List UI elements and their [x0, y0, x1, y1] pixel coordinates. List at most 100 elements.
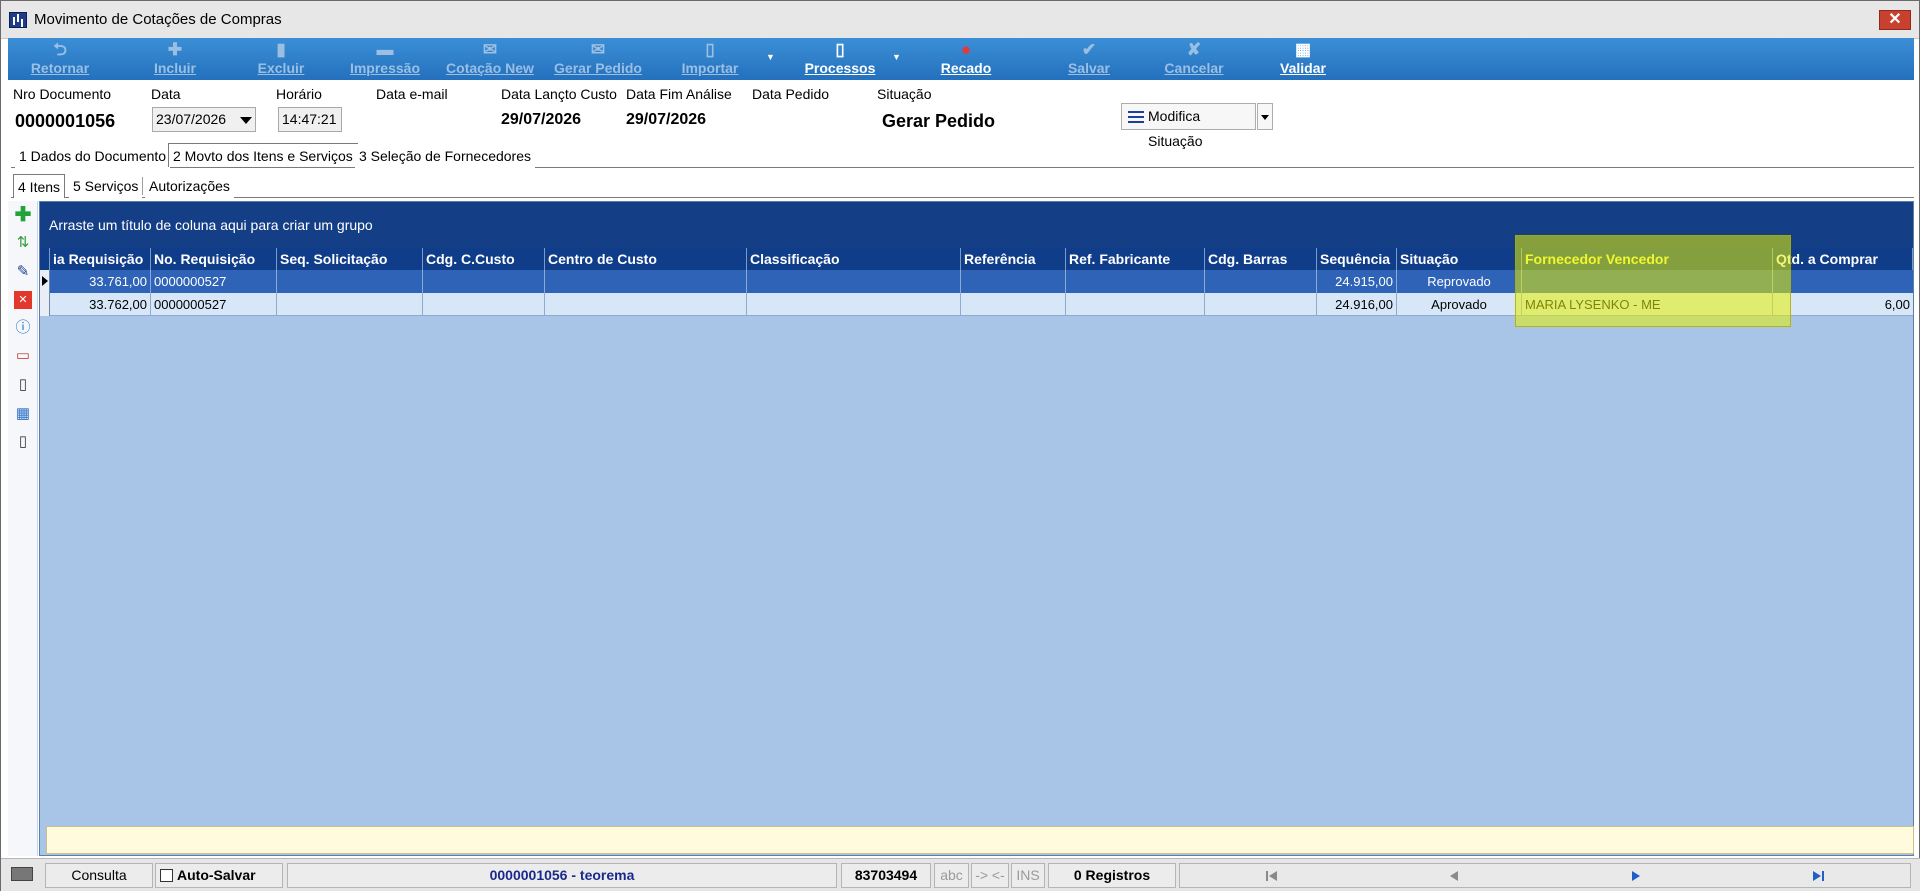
add-row-icon[interactable]: ✚	[14, 205, 32, 225]
cancelar-button[interactable]: ✘ Cancelar	[1156, 38, 1232, 80]
cell-sequencia[interactable]: 24.916,00	[1317, 293, 1397, 316]
move-icon[interactable]: ⇅	[14, 234, 32, 252]
col-ia-requisicao[interactable]: ia Requisição	[50, 248, 151, 270]
processos-dropdown-arrow[interactable]: ▼	[892, 52, 901, 62]
cell-referencia[interactable]	[961, 270, 1066, 293]
edit-icon[interactable]: ✎	[14, 263, 32, 281]
tab-autorizacoes[interactable]: Autorizações	[145, 174, 234, 198]
tab-movto-itens-servicos[interactable]: 2 Movto dos Itens e Serviços	[168, 143, 358, 167]
cell-ref-fabricante[interactable]	[1066, 293, 1205, 316]
col-ref-fabricante[interactable]: Ref. Fabricante	[1066, 248, 1205, 270]
document-icon[interactable]: ▯	[14, 376, 32, 394]
mode-status: Consulta	[45, 863, 153, 888]
cell-fornecedor-vencedor[interactable]: MARIA LYSENKO - ME	[1522, 293, 1773, 316]
col-referencia[interactable]: Referência	[961, 248, 1066, 270]
last-record-icon[interactable]	[1811, 869, 1825, 883]
previous-record-icon[interactable]	[1447, 869, 1461, 883]
cell-seq-solicitacao[interactable]	[277, 293, 423, 316]
main-tabs: 1 Dados do Documento 2 Movto dos Itens e…	[11, 143, 1914, 168]
cell-no-requisicao[interactable]: 0000000527	[151, 293, 277, 316]
ins-status: INS	[1011, 863, 1045, 888]
cell-seq-solicitacao[interactable]	[277, 270, 423, 293]
cotacao-new-button[interactable]: ✉ Cotação New	[444, 38, 536, 80]
data-pedido-label: Data Pedido	[752, 86, 830, 102]
cell-sequencia[interactable]: 24.915,00	[1317, 270, 1397, 293]
modifica-situacao-dropdown[interactable]	[1257, 103, 1273, 130]
recado-button[interactable]: ● Recado	[928, 38, 1004, 80]
cell-qtd-comprar[interactable]: 6,00	[1773, 293, 1913, 316]
side-toolbar: ✚ ⇅ ✎ ✕ ⓘ ▭ ▯ ▦ ▯	[8, 201, 38, 856]
col-centro-custo[interactable]: Centro de Custo	[545, 248, 747, 270]
modifica-situacao-button[interactable]: Modifica Situação	[1121, 103, 1256, 149]
registros-status: 0 Registros	[1048, 863, 1176, 888]
cell-referencia[interactable]	[961, 293, 1066, 316]
col-qtd-comprar[interactable]: Qtd. a Comprar	[1773, 248, 1913, 270]
col-classificacao[interactable]: Classificação	[747, 248, 961, 270]
salvar-button[interactable]: ✔ Salvar	[1056, 38, 1122, 80]
importar-dropdown-arrow[interactable]: ▼	[766, 52, 775, 62]
col-fornecedor-vencedor[interactable]: Fornecedor Vencedor	[1522, 248, 1773, 270]
sub-tabs: 4 Itens 5 Serviços Autorizações	[11, 174, 1914, 198]
cell-classificacao[interactable]	[747, 293, 961, 316]
cell-fornecedor-vencedor[interactable]	[1522, 270, 1773, 293]
cell-cdg-ccusto[interactable]	[423, 270, 545, 293]
checkbox-box[interactable]	[160, 869, 173, 882]
excluir-button[interactable]: ▮ Excluir	[248, 38, 314, 80]
data-lancto-custo-label: Data Lançto Custo	[501, 86, 617, 102]
header-indicator	[40, 248, 50, 270]
tab-itens[interactable]: 4 Itens	[13, 174, 66, 198]
info-icon[interactable]: ⓘ	[14, 319, 32, 337]
processos-button[interactable]: ▯ Processos	[792, 38, 888, 80]
grid-icon[interactable]: ▦	[14, 405, 32, 423]
next-record-icon[interactable]	[1629, 869, 1643, 883]
cell-no-requisicao[interactable]: 0000000527	[151, 270, 277, 293]
trash-icon: ▮	[276, 40, 286, 59]
save-check-icon: ✔	[1081, 40, 1097, 59]
close-button[interactable]: ✕	[1879, 10, 1911, 30]
horario-label: Horário	[276, 86, 322, 102]
table-row[interactable]: 33.761,00 0000000527 24.915,00 Reprovado	[40, 270, 1913, 293]
cell-classificacao[interactable]	[747, 270, 961, 293]
first-record-icon[interactable]	[1265, 869, 1279, 883]
col-sequencia[interactable]: Sequência	[1317, 248, 1397, 270]
chevron-down-icon[interactable]	[240, 117, 252, 124]
cell-cdg-ccusto[interactable]	[423, 293, 545, 316]
data-date-picker[interactable]: 23/07/2026	[152, 107, 256, 132]
cell-centro-custo[interactable]	[545, 293, 747, 316]
group-panel[interactable]: Arraste um título de coluna aqui para cr…	[40, 202, 1913, 248]
data-fim-analise-label: Data Fim Análise	[626, 86, 732, 102]
book-icon[interactable]: ▭	[14, 347, 32, 365]
cell-centro-custo[interactable]	[545, 270, 747, 293]
cell-ia-requisicao[interactable]: 33.762,00	[50, 293, 151, 316]
tab-servicos[interactable]: 5 Serviços	[69, 174, 143, 198]
document-edit-icon[interactable]: ▯	[14, 433, 32, 451]
filter-row[interactable]	[46, 826, 1914, 854]
horario-value: 14:47:21	[282, 111, 337, 127]
cell-cdg-barras[interactable]	[1205, 293, 1317, 316]
validar-button[interactable]: ▦ Validar	[1270, 38, 1336, 80]
table-row[interactable]: 33.762,00 0000000527 24.916,00 Aprovado …	[40, 293, 1913, 316]
retornar-button[interactable]: ⮌ Retornar	[22, 38, 98, 80]
cell-ref-fabricante[interactable]	[1066, 270, 1205, 293]
tab-selecao-fornecedores[interactable]: 3 Seleção de Fornecedores	[355, 144, 535, 168]
gerar-pedido-button[interactable]: ✉ Gerar Pedido	[550, 38, 646, 80]
cell-cdg-barras[interactable]	[1205, 270, 1317, 293]
col-no-requisicao[interactable]: No. Requisição	[151, 248, 277, 270]
cancel-icon: ✘	[1186, 40, 1202, 59]
cell-situacao[interactable]: Reprovado	[1397, 270, 1522, 293]
col-cdg-ccusto[interactable]: Cdg. C.Custo	[423, 248, 545, 270]
col-cdg-barras[interactable]: Cdg. Barras	[1205, 248, 1317, 270]
cell-situacao[interactable]: Aprovado	[1397, 293, 1522, 316]
col-seq-solicitacao[interactable]: Seq. Solicitação	[277, 248, 423, 270]
app-chart-icon	[9, 12, 27, 28]
incluir-button[interactable]: ✚ Incluir	[142, 38, 208, 80]
auto-salvar-checkbox[interactable]: Auto-Salvar	[155, 863, 283, 888]
delete-icon[interactable]: ✕	[14, 291, 32, 309]
cell-ia-requisicao[interactable]: 33.761,00	[50, 270, 151, 293]
cell-qtd-comprar[interactable]	[1773, 270, 1913, 293]
importar-button[interactable]: ▯ Importar	[672, 38, 748, 80]
tab-dados-documento[interactable]: 1 Dados do Documento	[15, 144, 171, 168]
col-situacao[interactable]: Situação	[1397, 248, 1522, 270]
impressao-button[interactable]: ▬ Impressão	[342, 38, 428, 80]
horario-field[interactable]: 14:47:21	[278, 107, 342, 132]
